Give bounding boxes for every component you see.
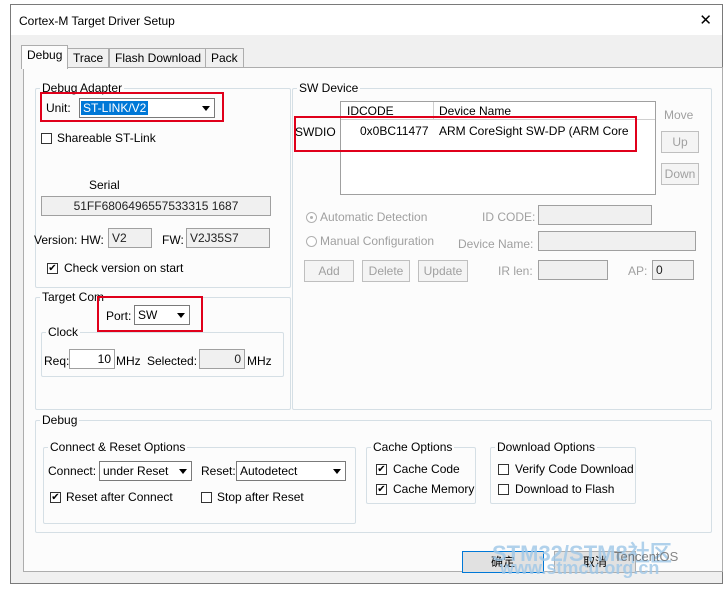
shareable-label: Shareable ST-Link — [57, 131, 156, 145]
reset-label: Reset: — [201, 464, 236, 478]
connect-label: Connect: — [48, 464, 97, 478]
add-button[interactable]: Add — [304, 260, 354, 282]
device-name-field[interactable] — [538, 231, 696, 251]
down-button[interactable]: Down — [661, 163, 699, 185]
verify-code-label: Verify Code Download — [515, 462, 633, 476]
connect-value: under Reset — [103, 464, 169, 478]
ir-len-label: IR len: — [498, 264, 533, 278]
fw-label: FW: — [162, 233, 184, 247]
selected-mhz-label: MHz — [247, 354, 272, 368]
tab-flash-download[interactable]: Flash Download — [109, 48, 208, 68]
tab-panel: Debug Adapter Unit: ST-LINK/V2 Shareable… — [23, 67, 723, 578]
selected-field: 0 — [199, 349, 245, 369]
cache-code-checkbox[interactable]: ✔ — [376, 464, 387, 475]
update-button[interactable]: Update — [418, 260, 468, 282]
chevron-down-icon[interactable] — [328, 463, 344, 479]
reset-value: Autodetect — [240, 464, 298, 478]
download-flash-checkbox[interactable] — [498, 484, 509, 495]
device-name-label: Device Name: — [458, 237, 534, 251]
req-input[interactable]: 10 — [69, 349, 115, 369]
chevron-down-icon[interactable] — [174, 463, 190, 479]
connect-reset-legend: Connect & Reset Options — [50, 440, 186, 454]
move-label: Move — [664, 108, 694, 122]
ap-field[interactable]: 0 — [652, 260, 694, 280]
connect-reset-group: Connect & Reset Options — [43, 440, 356, 524]
dialog-window: Cortex-M Target Driver Setup ✕ Debug Tra… — [10, 4, 723, 584]
verify-code-checkbox[interactable] — [498, 464, 509, 475]
serial-field: 51FF6806496557533315 1687 — [41, 196, 271, 216]
download-options-legend: Download Options — [497, 440, 596, 454]
highlight-box-swdio — [294, 116, 637, 152]
sw-device-legend: SW Device — [299, 81, 359, 95]
stop-after-reset-checkbox[interactable] — [201, 492, 212, 503]
fw-version-field: V2J35S7 — [186, 228, 270, 248]
download-flash-label: Download to Flash — [515, 482, 615, 496]
tab-trace[interactable]: Trace — [67, 48, 110, 68]
title-bar: Cortex-M Target Driver Setup ✕ — [11, 5, 722, 35]
cache-memory-label: Cache Memory — [393, 482, 475, 496]
check-version-checkbox[interactable]: ✔ — [47, 263, 58, 274]
check-version-label: Check version on start — [64, 261, 184, 275]
up-button[interactable]: Up — [661, 131, 699, 153]
auto-detect-label: Automatic Detection — [320, 210, 428, 224]
delete-button[interactable]: Delete — [362, 260, 410, 282]
id-code-label: ID CODE: — [482, 210, 536, 224]
reset-after-connect-label: Reset after Connect — [66, 490, 173, 504]
selected-label: Selected: — [147, 354, 198, 368]
req-mhz-label: MHz — [116, 354, 141, 368]
ap-label: AP: — [628, 264, 648, 278]
connect-select[interactable]: under Reset — [99, 461, 192, 481]
cache-memory-checkbox[interactable]: ✔ — [376, 484, 387, 495]
serial-label: Serial — [89, 178, 120, 192]
clock-legend: Clock — [48, 325, 79, 339]
manual-config-label: Manual Configuration — [320, 234, 435, 248]
auto-detect-radio[interactable] — [306, 212, 317, 223]
debug-legend: Debug — [42, 413, 78, 427]
id-code-field[interactable] — [538, 205, 652, 225]
watermark-brand: TencentOS — [614, 549, 679, 564]
stop-after-reset-label: Stop after Reset — [217, 490, 304, 504]
req-label: Req: — [44, 354, 70, 368]
cache-options-legend: Cache Options — [373, 440, 453, 454]
manual-config-radio[interactable] — [306, 236, 317, 247]
highlight-box-unit — [40, 92, 224, 122]
ir-len-field[interactable] — [538, 260, 608, 280]
window-title: Cortex-M Target Driver Setup — [19, 14, 175, 28]
version-hw-label: Version: HW: — [34, 233, 104, 247]
tab-debug[interactable]: Debug — [21, 45, 69, 69]
cache-code-label: Cache Code — [393, 462, 460, 476]
reset-after-connect-checkbox[interactable]: ✔ — [50, 492, 61, 503]
shareable-checkbox[interactable] — [41, 133, 52, 144]
tab-pack[interactable]: Pack — [205, 48, 244, 68]
hw-version-field: V2 — [108, 228, 152, 248]
close-icon[interactable]: ✕ — [699, 11, 712, 29]
reset-select[interactable]: Autodetect — [236, 461, 346, 481]
